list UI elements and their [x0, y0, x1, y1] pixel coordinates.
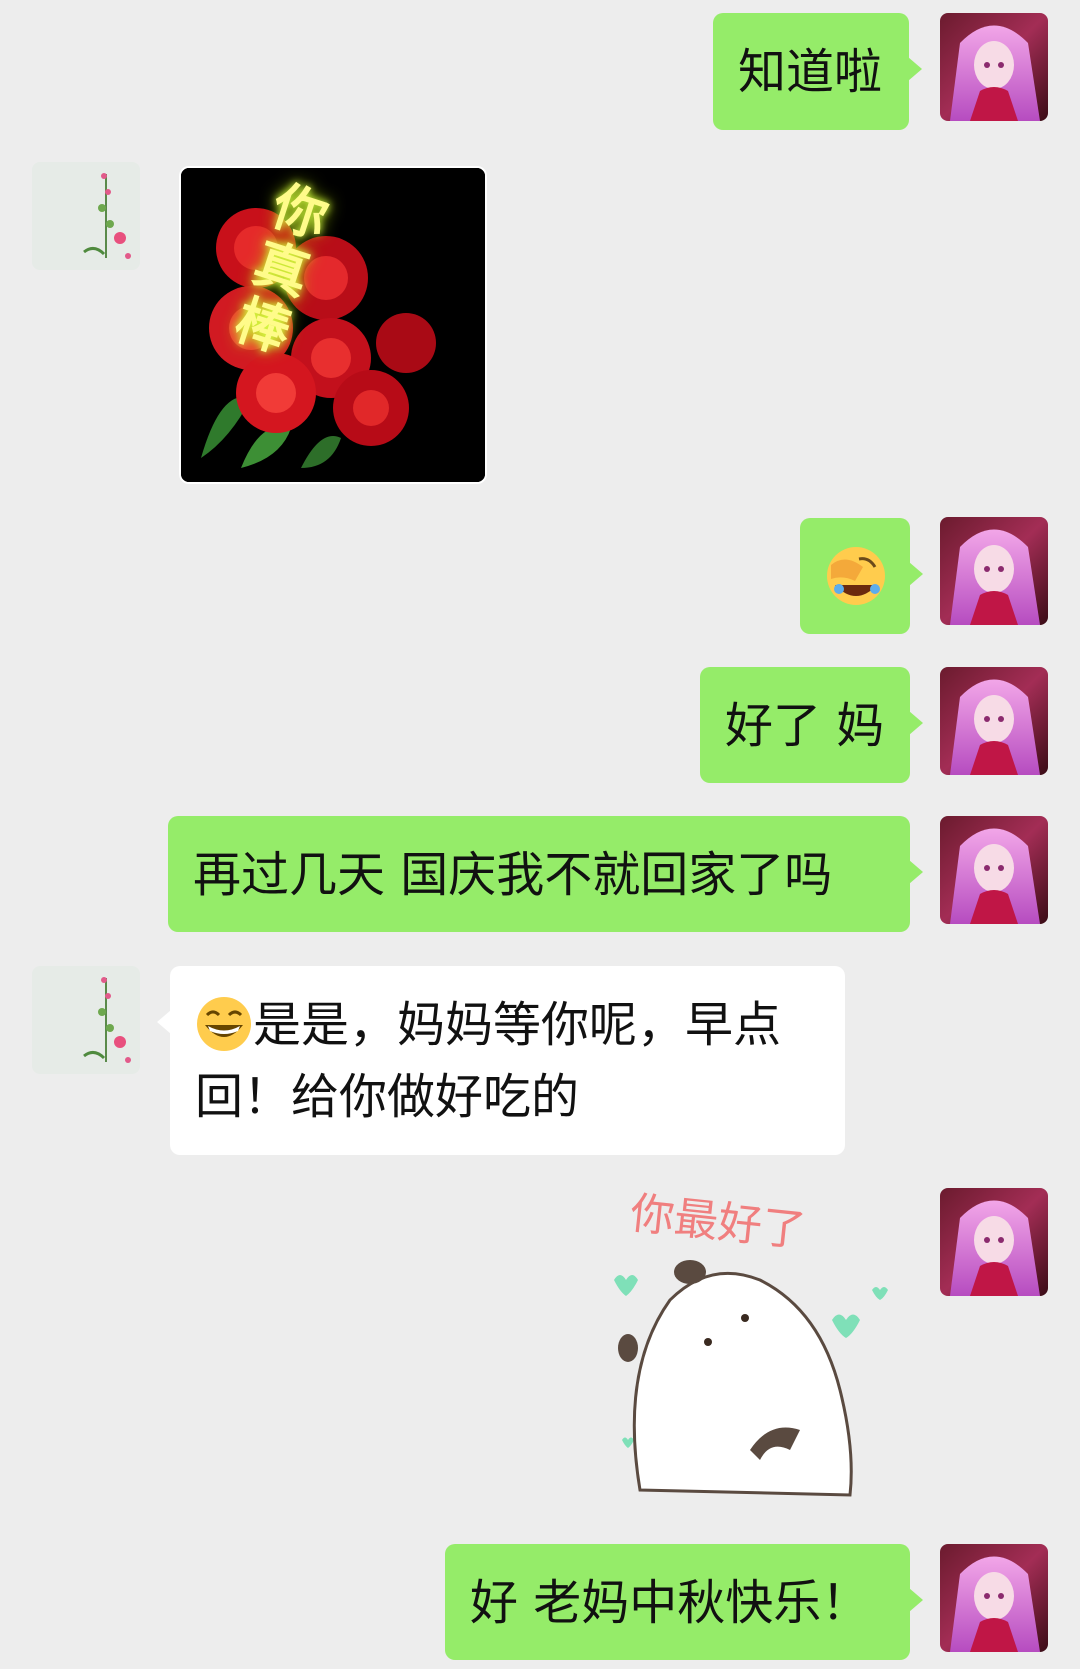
roses-sticker[interactable]: 你真棒	[179, 166, 487, 484]
message-text: 知道啦	[738, 44, 883, 100]
message-bubble-sent[interactable]: 好了 妈	[700, 667, 923, 783]
message-bubble-sent[interactable]: 好 老妈中秋快乐！	[445, 1544, 923, 1660]
my-avatar[interactable]	[940, 1188, 1048, 1296]
message-text: 好了 妈	[725, 698, 885, 754]
my-avatar[interactable]	[940, 816, 1048, 924]
message-bubble-received[interactable]: 是是，妈妈等你呢，早点 回！给你做好吃的	[157, 966, 845, 1155]
message-text: 再过几天 国庆我不就回家了吗	[193, 847, 833, 903]
my-avatar[interactable]	[940, 13, 1048, 121]
panda-sticker[interactable]: 你最好了	[600, 1188, 900, 1510]
message-text: 是是，妈妈等你呢，早点	[253, 997, 782, 1053]
mom-avatar[interactable]	[32, 162, 140, 270]
message-text: 回！给你做好吃的	[195, 1069, 580, 1125]
message-bubble-sent[interactable]	[800, 518, 923, 634]
grin-emoji	[197, 997, 251, 1051]
my-avatar[interactable]	[940, 667, 1048, 775]
my-avatar[interactable]	[940, 1544, 1048, 1652]
message-text: 好 老妈中秋快乐！	[470, 1575, 870, 1631]
my-avatar[interactable]	[940, 517, 1048, 625]
message-bubble-sent[interactable]: 再过几天 国庆我不就回家了吗	[168, 816, 923, 932]
message-bubble-sent[interactable]: 知道啦	[713, 13, 922, 130]
mom-avatar[interactable]	[32, 966, 140, 1074]
facepalm-laugh-emoji	[827, 547, 885, 605]
